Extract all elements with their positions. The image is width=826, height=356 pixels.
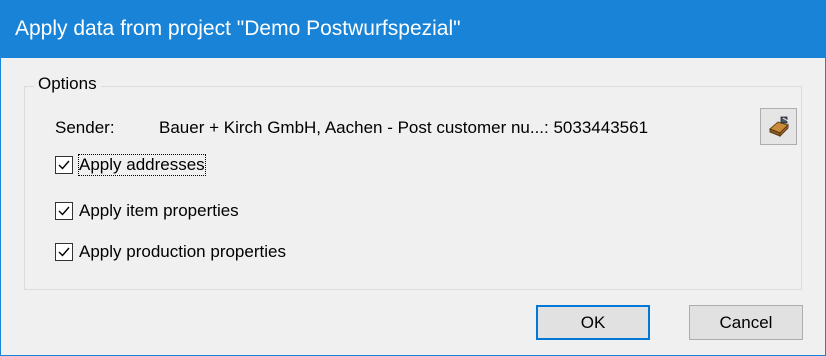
title-bar[interactable]: Apply data from project "Demo Postwurfsp… <box>1 0 826 58</box>
apply-data-dialog: Apply data from project "Demo Postwurfsp… <box>0 0 826 356</box>
window-title: Apply data from project "Demo Postwurfsp… <box>15 17 461 40</box>
apply-production-properties-label: Apply production properties <box>79 242 286 261</box>
apply-item-properties-checkbox[interactable]: Apply item properties <box>55 200 239 222</box>
apply-addresses-label: Apply addresses <box>78 154 206 176</box>
checkbox-box <box>55 156 73 174</box>
apply-production-properties-checkbox[interactable]: Apply production properties <box>55 241 286 263</box>
checkmark-icon <box>58 206 70 216</box>
sender-label: Sender: <box>55 118 115 137</box>
edit-sender-button[interactable] <box>760 108 797 145</box>
checkbox-box <box>55 202 73 220</box>
options-group-label: Options <box>34 74 101 94</box>
edit-sender-icon <box>768 116 789 137</box>
checkbox-box <box>55 243 73 261</box>
apply-item-properties-label: Apply item properties <box>79 201 239 220</box>
cancel-button[interactable]: Cancel <box>689 305 803 340</box>
ok-button[interactable]: OK <box>536 305 650 340</box>
apply-addresses-checkbox[interactable]: Apply addresses <box>55 154 206 176</box>
checkmark-icon <box>58 160 70 170</box>
sender-value: Bauer + Kirch GmbH, Aachen - Post custom… <box>159 118 649 137</box>
checkmark-icon <box>58 247 70 257</box>
